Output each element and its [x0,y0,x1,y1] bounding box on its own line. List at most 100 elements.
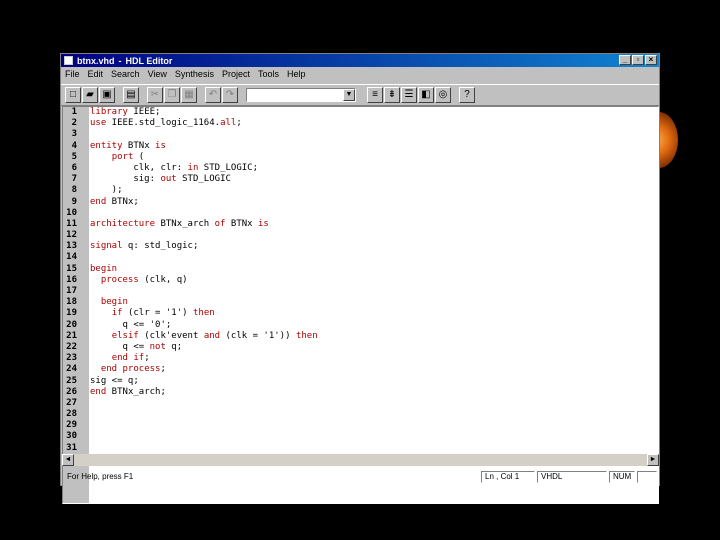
code-line[interactable]: architecture BTNx_arch of BTNx is [90,219,318,230]
line-number: 13 [66,241,77,252]
line-number: 26 [66,386,77,397]
code-line[interactable] [90,230,318,241]
code-line[interactable] [90,409,318,420]
menu-edit[interactable]: Edit [84,68,108,81]
line-number: 5 [71,151,77,162]
redo-icon[interactable]: ↷ [222,87,238,103]
code-line[interactable]: end BTNx; [90,197,318,208]
code-line[interactable]: q <= '0'; [90,320,318,331]
code-line[interactable] [90,431,318,442]
menu-project[interactable]: Project [218,68,254,81]
code-keyword: use [90,118,107,129]
code-line[interactable]: elsif (clk'event and (clk = '1')) then [90,331,318,342]
line-number: 15 [66,263,77,274]
code-line[interactable] [90,208,318,219]
horizontal-scrollbar[interactable]: ◄ ► [62,454,659,466]
code-line[interactable]: end BTNx_arch; [90,387,318,398]
line-number: 30 [66,431,77,442]
code-line[interactable]: library IEEE; [90,107,318,118]
code-keyword: if [111,308,123,319]
align-icon[interactable]: ☰ [401,87,417,103]
menu-synthesis[interactable]: Synthesis [171,68,218,81]
menu-view[interactable]: View [144,68,171,81]
code-line[interactable]: if (clr = '1') then [90,308,318,319]
menu-file[interactable]: File [61,68,84,81]
code-text: sig: [90,174,161,185]
code-line[interactable]: clk, clr: in STD_LOGIC; [90,163,318,174]
new-file-icon[interactable]: □ [65,87,81,103]
hdl-editor-window: btnx.vhd - HDL Editor _ ▫ × File Edit Se… [60,53,660,504]
code-line[interactable] [90,398,318,409]
code-editor[interactable]: 1 2 3 4 5 6 7 8 9 10 11 12 13 14 15 16 17 18 19 20 21 22 23 24 2… [62,106,659,504]
menu-help[interactable]: Help [283,68,310,81]
title-bar[interactable]: btnx.vhd - HDL Editor _ ▫ × [61,54,659,67]
code-text: ; [144,353,150,364]
undo-icon[interactable]: ↶ [205,87,221,103]
toolbar-combo[interactable]: ▼ [246,88,356,102]
line-number: 21 [66,330,77,341]
app-icon [64,56,73,65]
code-text: BTNx [122,140,156,151]
open-folder-icon[interactable]: ▰ [82,87,98,103]
code-line[interactable]: begin [90,264,318,275]
scroll-right-icon[interactable]: ► [647,454,659,466]
code-text: q <= '0'; [90,319,172,330]
code-keyword: library [90,107,128,117]
code-line[interactable]: use IEEE.std_logic_1164.all; [90,118,318,129]
code-text: q: std_logic; [122,241,199,252]
code-line[interactable]: end if; [90,353,318,364]
line-number: 25 [66,375,77,386]
code-line[interactable] [90,286,318,297]
minimize-button[interactable]: _ [619,55,631,65]
code-text: STD_LOGIC; [198,162,258,173]
code-text: STD_LOGIC [176,174,231,185]
code-line[interactable] [90,443,318,454]
code-line[interactable] [90,129,318,140]
copy-icon[interactable]: ❐ [164,87,180,103]
line-number: 22 [66,341,77,352]
paste-icon[interactable]: ▦ [181,87,197,103]
code-keyword: architecture [90,218,156,229]
print-icon[interactable]: ▤ [123,87,139,103]
scroll-left-icon[interactable]: ◄ [62,454,74,466]
code-line[interactable]: sig <= q; [90,376,318,387]
code-keyword: of [214,218,226,229]
find-icon[interactable]: ◎ [435,87,451,103]
save-icon[interactable]: ▣ [99,87,115,103]
line-number: 11 [66,218,77,229]
line-number: 6 [71,162,77,173]
code-line[interactable]: process (clk, q) [90,275,318,286]
code-text: clk, clr: [90,162,188,173]
code-line[interactable]: sig: out STD_LOGIC [90,174,318,185]
title-separator: - [118,55,122,66]
line-number: 2 [71,118,77,129]
code-line[interactable]: end process; [90,364,318,375]
bookmark-icon[interactable]: ⇟ [384,87,400,103]
menu-search[interactable]: Search [107,68,144,81]
code-line[interactable]: entity BTNx is [90,141,318,152]
code-line[interactable]: begin [90,297,318,308]
code-keyword: process [100,274,139,285]
line-number: 12 [66,230,77,241]
menu-tools[interactable]: Tools [254,68,283,81]
code-line[interactable] [90,420,318,431]
code-text: ( [133,151,145,162]
code-keyword: signal [90,241,123,252]
template-icon[interactable]: ◧ [418,87,434,103]
chevron-down-icon[interactable]: ▼ [343,89,355,101]
code-area[interactable]: library IEEE; use IEEE.std_logic_1164.all… [90,107,318,454]
code-line[interactable] [90,252,318,263]
maximize-button[interactable]: ▫ [632,55,644,65]
cut-icon[interactable]: ✂ [147,87,163,103]
close-button[interactable]: × [645,55,657,65]
code-keyword: end [90,386,107,397]
code-line[interactable]: port ( [90,152,318,163]
status-bar: For Help, press F1 Ln , Col 1 VHDL NUM [61,470,659,485]
code-line[interactable]: ); [90,185,318,196]
status-position: Ln , Col 1 [481,471,535,483]
code-line[interactable]: signal q: std_logic; [90,241,318,252]
code-line[interactable]: q <= not q; [90,342,318,353]
help-icon[interactable]: ? [459,87,475,103]
indent-icon[interactable]: ≡ [367,87,383,103]
